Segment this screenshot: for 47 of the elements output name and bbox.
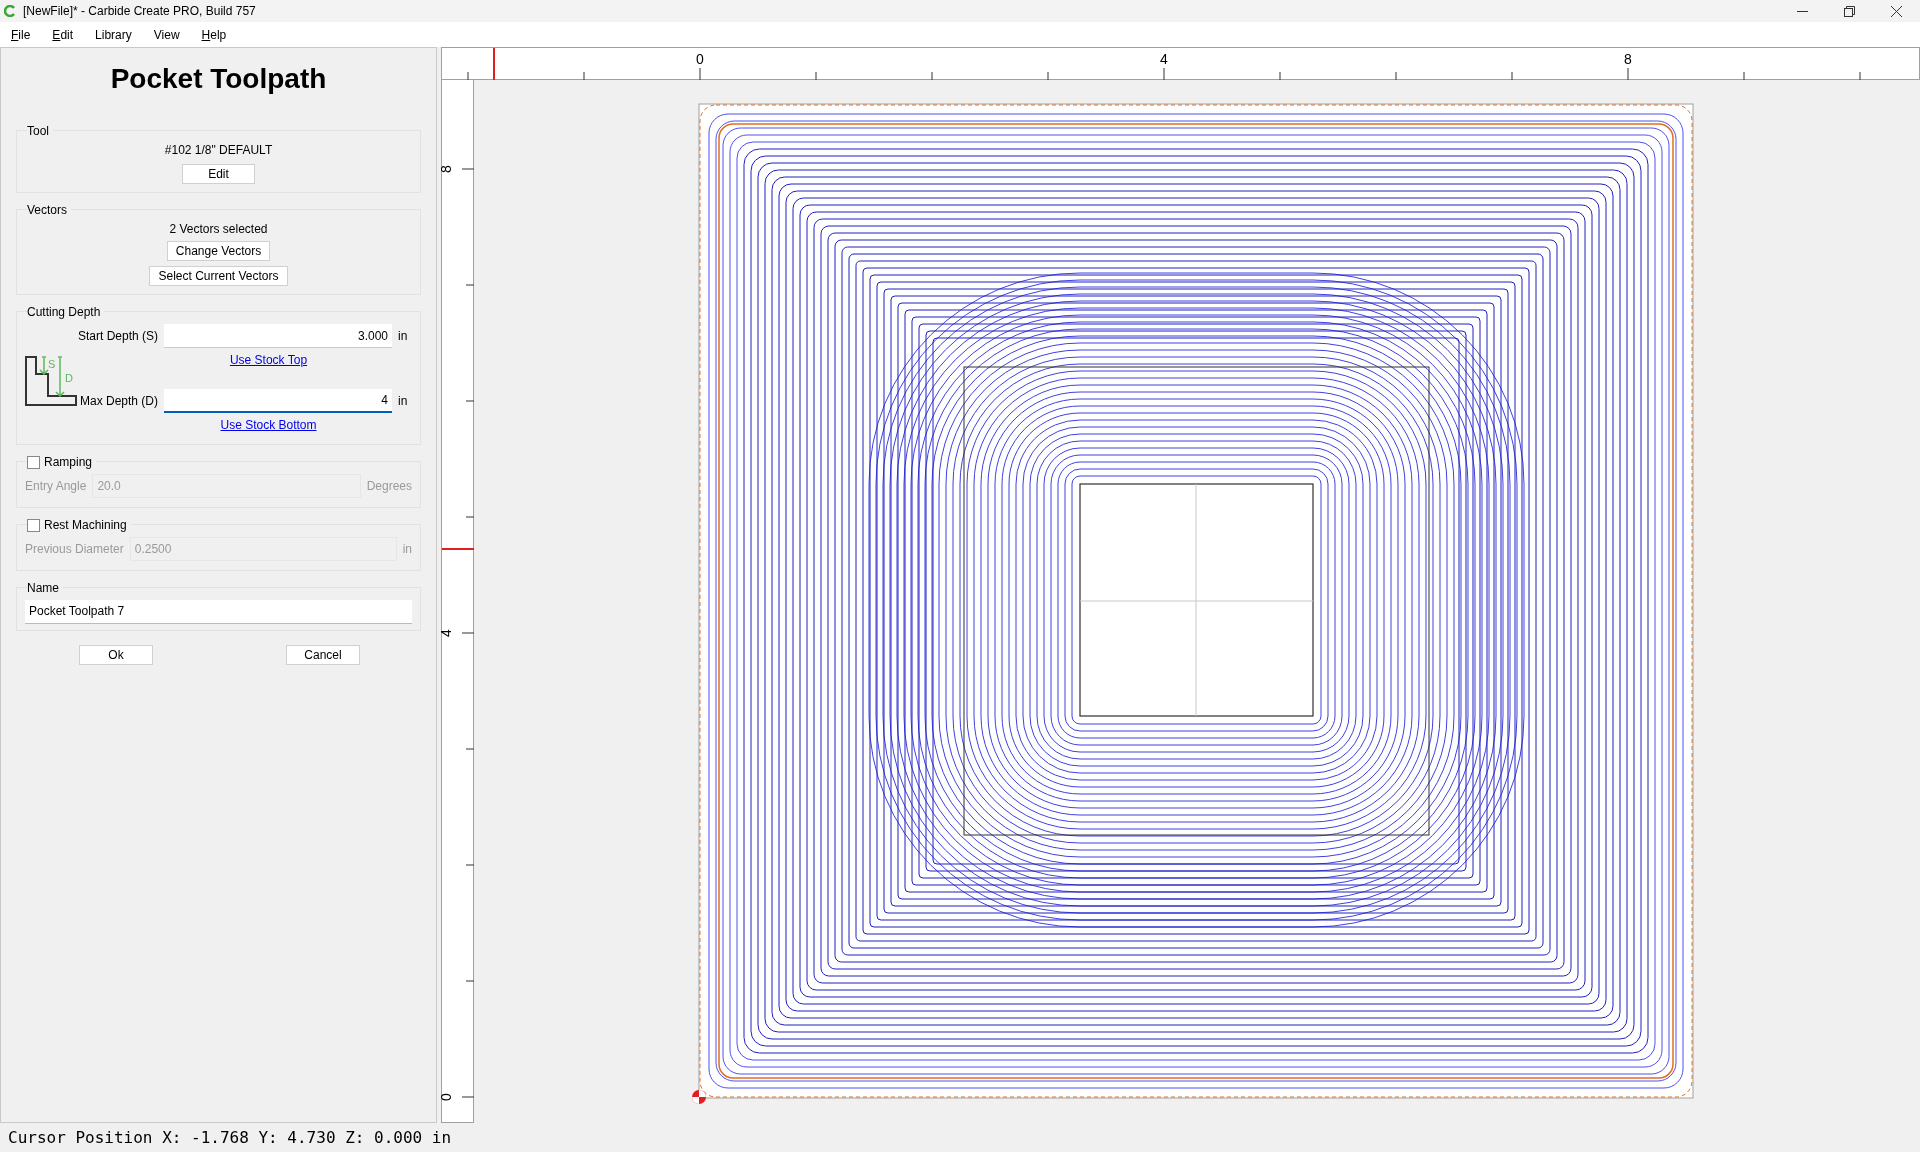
menu-item[interactable]: Help [193,25,235,44]
menu-item[interactable]: Edit [44,25,82,44]
dialog-button[interactable]: Change Vectors [166,241,271,261]
ruler-label: 0 [437,1093,456,1101]
dialog-button[interactable]: Cancel [286,644,360,665]
dialog-button[interactable]: Ok [79,644,153,665]
checkbox-label: Rest Machining [44,517,127,534]
group-heading: Vectors [27,202,68,219]
window-title: [NewFile]* - Carbide Create PRO, Build 757 [23,3,256,20]
menu-item[interactable]: Library [87,25,140,44]
unit-label: in [398,328,409,345]
input-field[interactable]: 3.000 [164,324,392,348]
group-heading: Cutting Depth [27,304,101,321]
unit-label: in [398,393,409,410]
name-input-field[interactable]: Pocket Toolpath 7 [25,599,412,624]
tool-name: #102 1/8" DEFAULT [164,142,273,159]
group-heading: Name [27,580,59,597]
vectors-summary: 2 Vectors selected [169,221,268,238]
unit-label: Degrees [366,478,412,495]
cursor-marker [493,48,495,80]
panel-title: Pocket Toolpath [109,62,328,96]
ruler-label: 8 [1624,50,1632,69]
origin-marker-icon [692,1090,706,1104]
menu-item[interactable]: View [145,25,188,44]
close-icon[interactable] [1891,5,1902,17]
dialog-button[interactable]: Edit [182,164,255,184]
input-field[interactable]: 4 [164,389,392,413]
ruler-label: 8 [437,165,456,173]
group-heading: Tool [27,123,49,140]
checkbox-label: Ramping [44,454,93,471]
depth-diagram-icon: S D [25,356,78,408]
cursor-marker [442,548,474,550]
ruler-label: 4 [437,629,456,637]
field-label: Max Depth (D) [78,393,158,410]
field-label: Previous Diameter [25,541,124,558]
restore-icon[interactable] [1844,5,1855,17]
menu-item[interactable]: File [3,25,39,44]
ruler-label: 0 [696,50,704,69]
use-stock-top-link[interactable]: Use Stock Top [229,351,308,369]
field-label: Start Depth (S) [78,328,158,345]
app-logo-icon [4,5,16,17]
dialog-button[interactable]: Select Current Vectors [149,266,288,286]
cursor-position-text: Cursor Position X: -1.768 Y: 4.730 Z: 0.000 in [8,1126,452,1149]
unit-label: in [402,541,412,558]
field-label: Entry Angle [25,478,87,495]
ruler-label: 4 [1160,50,1168,69]
use-stock-bottom-link[interactable]: Use Stock Bottom [220,416,317,434]
